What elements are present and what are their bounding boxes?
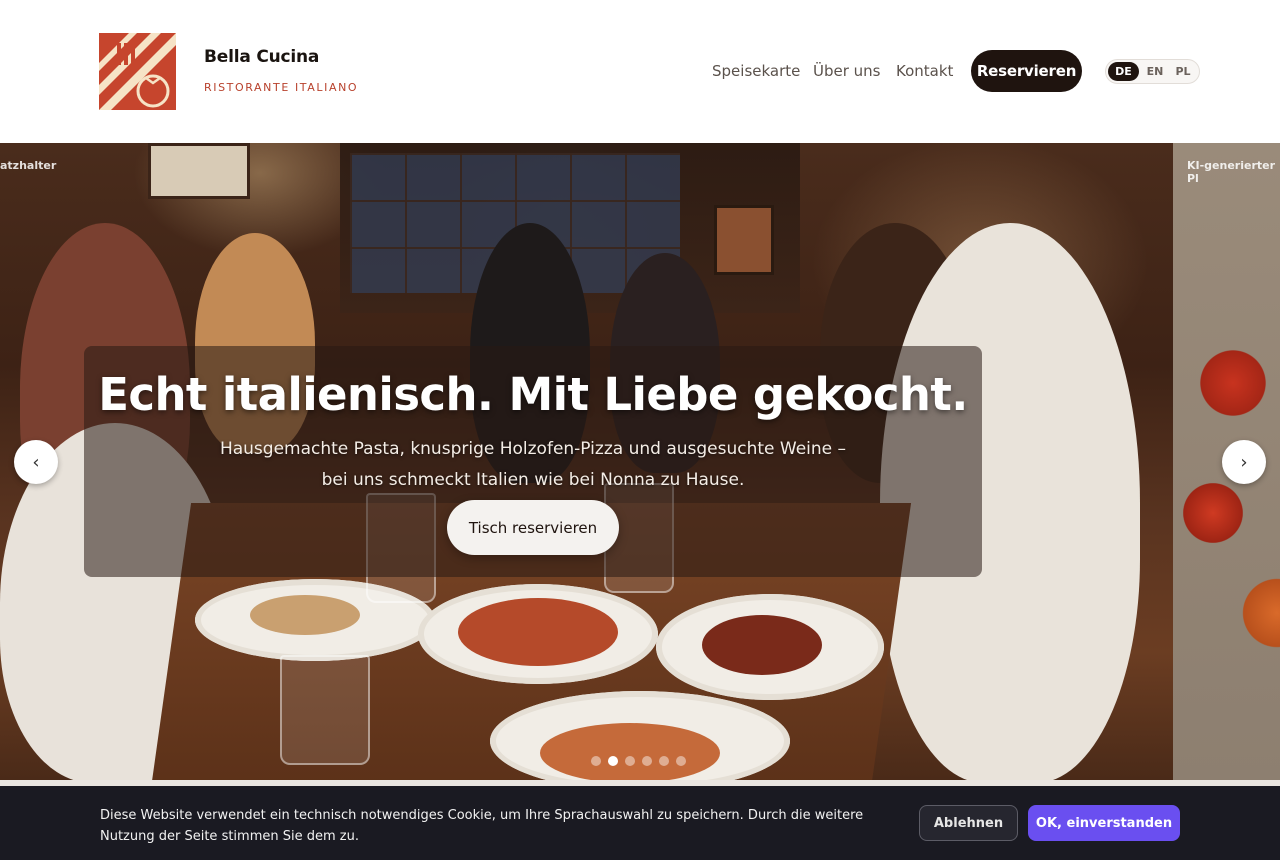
hero-subtitle: Hausgemachte Pasta, knusprige Holzofen-P…: [219, 439, 847, 459]
carousel-dot[interactable]: [642, 756, 652, 766]
chevron-left-icon[interactable]: ‹: [14, 440, 58, 484]
brand-subtitle: RISTORANTE ITALIANO: [204, 81, 359, 94]
image-placeholder-label: atzhalter: [0, 159, 57, 172]
chevron-right-icon[interactable]: ›: [1222, 440, 1266, 484]
hero-carousel: atzhalter KI-generierter Pl Echt italien…: [0, 143, 1280, 780]
drinking-glass: [280, 655, 370, 765]
cookie-notice-text: Diese Website verwendet ein technisch no…: [100, 808, 864, 844]
language-de[interactable]: DE: [1108, 62, 1139, 81]
carousel-dot[interactable]: [676, 756, 686, 766]
food-dish: [702, 615, 822, 675]
carousel-dot[interactable]: [608, 756, 618, 766]
carousel-dot[interactable]: [591, 756, 601, 766]
cookie-banner: Diese Website verwendet ein technisch no…: [0, 786, 1280, 860]
wall-picture: [148, 143, 250, 199]
image-placeholder-label: KI-generierter Pl: [1187, 159, 1276, 185]
reserve-button[interactable]: Reservieren: [971, 50, 1082, 92]
nav-speisekarte[interactable]: Speisekarte: [712, 62, 800, 80]
hero-subtitle: bei uns schmeckt Italien wie bei Nonna z…: [321, 470, 745, 490]
food-dish: [250, 595, 360, 635]
decline-cookies-button[interactable]: Ablehnen: [919, 805, 1018, 841]
nav-kontakt[interactable]: Kontakt: [896, 62, 953, 80]
carousel-dot[interactable]: [625, 756, 635, 766]
reserve-table-button[interactable]: Tisch reservieren: [447, 500, 619, 555]
hero-title: Echt italienisch. Mit Liebe gekocht.: [98, 368, 968, 421]
food-dish: [540, 723, 720, 780]
carousel-dots: [591, 756, 686, 766]
wall-picture: [714, 205, 774, 275]
restaurant-logo-icon[interactable]: [99, 33, 176, 110]
site-header: Bella Cucina RISTORANTE ITALIANO Speisek…: [0, 0, 1280, 143]
nav-ueber-uns[interactable]: Über uns: [813, 62, 881, 80]
language-switcher: DE EN PL: [1105, 59, 1200, 84]
accept-cookies-button[interactable]: OK, einverstanden: [1028, 805, 1180, 841]
language-pl[interactable]: PL: [1170, 62, 1196, 81]
language-en[interactable]: EN: [1142, 62, 1168, 81]
carousel-dot[interactable]: [659, 756, 669, 766]
food-dish: [458, 598, 618, 666]
brand-name[interactable]: Bella Cucina: [204, 47, 319, 67]
